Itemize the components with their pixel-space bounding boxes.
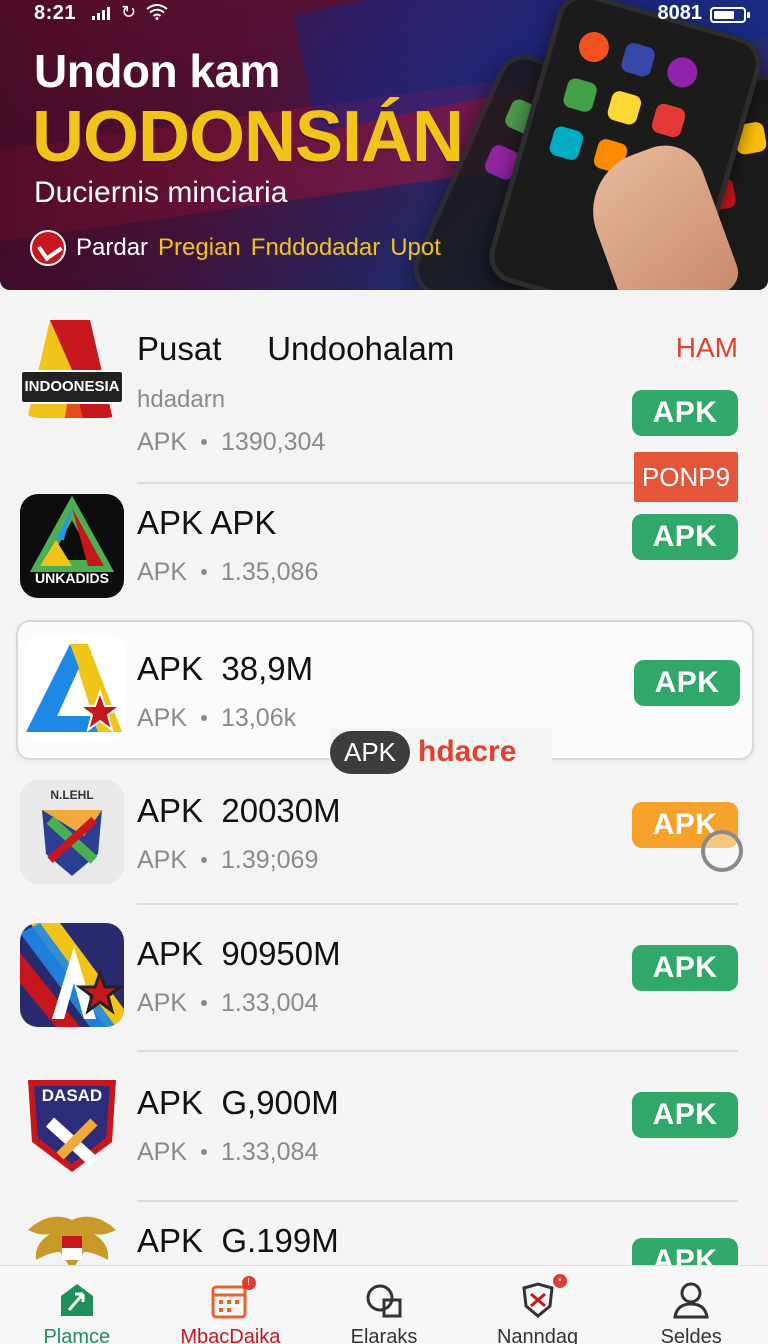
hero-title: Undon kam — [34, 45, 280, 97]
notification-badge: • — [552, 1274, 567, 1288]
list-item[interactable]: N.LEHL APK 20030M APK 1.39;069 APK — [0, 770, 768, 905]
list-item[interactable]: APK 90950M APK 1.33,004 APK — [0, 915, 768, 1052]
status-time: 8:21 — [34, 2, 77, 24]
divider — [137, 1200, 738, 1202]
hero-cta-text-3: Fnddodadar — [250, 234, 381, 261]
wifi-icon — [146, 4, 168, 20]
app-icon — [22, 636, 126, 740]
separator-text: hdacre — [418, 735, 517, 768]
brand-logo-icon — [30, 230, 66, 266]
app-type: APK — [137, 1138, 188, 1166]
dot-separator — [201, 569, 208, 575]
separator-pill: APK — [330, 730, 411, 774]
icon-label: DASAD — [41, 1086, 103, 1105]
user-icon — [673, 1282, 709, 1319]
tab-label: MbacDaika — [180, 1326, 281, 1344]
hero-headline: UODONSIÁN — [32, 97, 464, 177]
touch-cursor-indicator — [701, 830, 743, 872]
bottom-navigation: Plamce ! MbacDaika Elaraks • Nanndag Sel… — [0, 1265, 768, 1344]
app-icon: DASAD — [20, 1072, 124, 1176]
apk-download-button[interactable]: APK — [632, 514, 738, 560]
hero-banner[interactable]: 8:21 ↻ 8081 Undon kam UODONSIÁN Ducierni… — [0, 0, 768, 290]
divider — [137, 1050, 738, 1052]
app-count: 13,06k — [221, 704, 297, 732]
app-meta: APK 13,06k — [137, 704, 296, 733]
app-meta: APK 1.33,084 — [137, 1138, 318, 1167]
app-tag: HAM — [675, 332, 738, 363]
app-name: APK 20030M — [137, 792, 341, 829]
apk-download-button[interactable]: APK — [632, 945, 738, 991]
app-name: APK G,900M — [137, 1084, 339, 1121]
app-meta: APK 1.35,086 — [137, 558, 318, 587]
app-type: APK — [137, 989, 188, 1017]
section-separator: APK hdacre — [330, 728, 552, 776]
hero-subtitle: Duciernis minciaria — [34, 176, 288, 209]
app-name: APK APK — [137, 504, 277, 541]
tab-search[interactable]: Elaraks — [307, 1266, 461, 1344]
notification-badge: ! — [241, 1276, 256, 1290]
app-count: 1390,304 — [221, 428, 326, 456]
app-count: 1.33,004 — [221, 989, 319, 1017]
icon-label: UNKADIDS — [35, 570, 109, 586]
tab-profile[interactable]: Seldes — [614, 1266, 768, 1344]
tab-label: Plamce — [43, 1326, 111, 1344]
app-meta: APK 1.33,004 — [137, 989, 318, 1018]
app-count: 1.33,084 — [221, 1138, 319, 1166]
hero-cta-text-4: Upot — [390, 234, 441, 261]
sync-icon: ↻ — [121, 2, 137, 22]
app-name: APK G.199M — [137, 1222, 339, 1259]
list-item[interactable]: UNKADIDS PONP9 APK APK APK 1.35,086 APK — [0, 452, 768, 612]
app-subtitle: hdadarn — [137, 386, 226, 413]
hero-cta-text-1: Pardar — [76, 234, 149, 261]
app-icon — [20, 923, 124, 1027]
hero-cta[interactable]: Pardar Pregian Fnddodadar Upot — [30, 230, 441, 266]
app-type: APK — [137, 428, 188, 456]
tab-label: Seldes — [660, 1326, 722, 1344]
dot-separator — [201, 1149, 208, 1155]
dot-separator — [201, 1000, 208, 1006]
list-item[interactable]: APK G.199M APK — [0, 1208, 768, 1265]
battery-icon — [710, 7, 750, 23]
status-bar: 8:21 ↻ 8081 — [0, 0, 768, 28]
app-type: APK — [137, 846, 188, 874]
app-icon: INDOONESIA — [20, 314, 124, 418]
app-icon — [20, 1200, 124, 1265]
divider — [137, 903, 738, 905]
home-icon — [60, 1284, 93, 1316]
tab-home[interactable]: Plamce — [0, 1266, 154, 1344]
apk-download-button[interactable]: APK — [632, 1092, 738, 1138]
hero-cta-text-2: Pregian — [158, 234, 241, 261]
app-tag-box: PONP9 — [634, 452, 738, 502]
app-name: APK 38,9M — [137, 650, 314, 687]
dot-separator — [201, 439, 208, 445]
tab-label: Elaraks — [350, 1326, 418, 1344]
tab-shield[interactable]: • Nanndag — [461, 1266, 615, 1344]
app-meta: APK 1.39;069 — [137, 846, 318, 875]
app-icon: UNKADIDS — [20, 494, 124, 598]
app-name: APK 90950M — [137, 935, 341, 972]
dot-separator — [201, 715, 208, 721]
status-right-text: 8081 — [657, 2, 703, 24]
icon-label: N.LEHL — [50, 788, 94, 802]
app-type: APK — [137, 704, 188, 732]
app-count: 1.39;069 — [221, 846, 319, 874]
apk-download-button[interactable]: APK — [632, 390, 738, 436]
search-icon — [366, 1284, 402, 1318]
signal-icon — [92, 6, 110, 20]
tab-label: Nanndag — [496, 1326, 579, 1344]
app-meta: APK 1390,304 — [137, 428, 325, 457]
app-icon: N.LEHL — [20, 780, 124, 884]
apk-download-button[interactable]: APK — [634, 660, 740, 706]
dot-separator — [201, 857, 208, 863]
app-type: APK — [137, 558, 188, 586]
icon-label: INDOONESIA — [20, 370, 124, 404]
shield-icon — [521, 1282, 554, 1318]
app-name: Pusat Undoohalam — [137, 330, 455, 367]
app-list[interactable]: INDOONESIA Pusat Undoohalam HAM hdadarn … — [0, 290, 768, 1265]
list-item[interactable]: DASAD APK G,900M APK 1.33,084 APK — [0, 1062, 768, 1202]
tab-calendar[interactable]: ! MbacDaika — [154, 1266, 308, 1344]
app-count: 1.35,086 — [221, 558, 319, 586]
apk-download-button[interactable]: APK — [632, 1238, 738, 1265]
